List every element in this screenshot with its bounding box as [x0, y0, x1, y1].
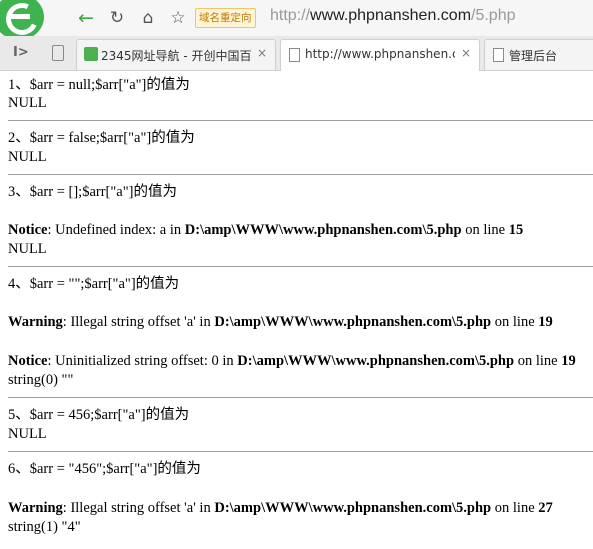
- question-line: 1、$arr = null;$arr["a"]的值为: [8, 77, 190, 93]
- question-line: 5、$arr = 456;$arr["a"]的值为: [8, 407, 190, 423]
- sidebar-toggle-icon[interactable]: I>: [13, 45, 29, 60]
- phone-icon[interactable]: [52, 45, 64, 61]
- output-line: NULL: [8, 95, 47, 111]
- notice-text: : Undefined index: a in: [47, 222, 185, 238]
- divider: [8, 451, 593, 452]
- home-icon[interactable]: ⌂: [136, 6, 160, 30]
- output-line: string(1) "4": [8, 519, 81, 535]
- on-line-text: on line: [491, 314, 539, 330]
- file-path: D:\amp\WWW\www.phpnanshen.com\5.php: [214, 500, 492, 516]
- browser-logo-icon[interactable]: [0, 0, 44, 40]
- notice-label: Notice: [8, 353, 48, 369]
- question-line: 4、$arr = "";$arr["a"]的值为: [8, 276, 180, 292]
- address-path: /5.php: [471, 7, 516, 24]
- tab-close-icon[interactable]: ×: [461, 46, 471, 60]
- tab-phpnanshen[interactable]: http://www.phpnanshen.cc ×: [280, 39, 480, 71]
- tab-bar: I> 2345网址导航 - 开创中国百 × http://www.phpnans…: [0, 36, 593, 71]
- tab-2345[interactable]: 2345网址导航 - 开创中国百 ×: [76, 39, 276, 70]
- address-bar[interactable]: http://www.phpnanshen.com/5.php: [270, 7, 516, 25]
- question-line: 6、$arr = "456";$arr["a"]的值为: [8, 461, 201, 477]
- tab-title: 管理后台: [509, 49, 558, 63]
- on-line-text: on line: [461, 222, 509, 238]
- php-warning: Warning: Illegal string offset 'a' in D:…: [8, 313, 553, 331]
- line-number: 27: [538, 500, 553, 516]
- line-number: 15: [508, 222, 524, 238]
- file-path: D:\amp\WWW\www.phpnanshen.com\5.php: [237, 353, 515, 369]
- tab-admin[interactable]: 管理后台: [484, 39, 593, 70]
- page-icon: [493, 48, 504, 62]
- warning-text: : Illegal string offset 'a' in: [62, 500, 215, 516]
- on-line-text: on line: [514, 353, 562, 369]
- output-line: NULL: [8, 149, 47, 165]
- notice-label: Notice: [8, 222, 48, 238]
- line-number: 19: [561, 353, 576, 369]
- on-line-text: on line: [491, 500, 539, 516]
- redirect-badge[interactable]: 域名重定向: [195, 8, 256, 28]
- file-path: D:\amp\WWW\www.phpnanshen.com\5.php: [184, 222, 462, 238]
- site-2345-icon: [84, 47, 98, 61]
- warning-text: : Illegal string offset 'a' in: [62, 314, 215, 330]
- php-notice: Notice: Undefined index: a in D:\amp\WWW…: [8, 221, 523, 239]
- tab-close-icon[interactable]: ×: [257, 46, 267, 60]
- divider: [8, 266, 593, 267]
- tab-title: 2345网址导航 - 开创中国百: [101, 49, 251, 63]
- reload-icon[interactable]: ↻: [105, 6, 129, 30]
- divider: [8, 174, 593, 175]
- question-line: 2、$arr = false;$arr["a"]的值为: [8, 130, 195, 146]
- browser-toolbar: ← ↻ ⌂ ☆ 域名重定向 http://www.phpnanshen.com/…: [0, 0, 593, 40]
- divider: [8, 397, 593, 398]
- back-arrow-icon[interactable]: ←: [74, 6, 98, 30]
- page-icon: [289, 48, 300, 62]
- line-number: 19: [538, 314, 553, 330]
- address-host: www.phpnanshen.com: [310, 7, 472, 24]
- warning-label: Warning: [8, 314, 63, 330]
- output-line: NULL: [8, 241, 47, 257]
- tab-title: http://www.phpnanshen.cc: [305, 47, 455, 61]
- output-line: string(0) "": [8, 372, 74, 388]
- question-line: 3、$arr = [];$arr["a"]的值为: [8, 184, 177, 200]
- notice-text: : Uninitialized string offset: 0 in: [47, 353, 238, 369]
- file-path: D:\amp\WWW\www.phpnanshen.com\5.php: [214, 314, 492, 330]
- output-line: NULL: [8, 426, 47, 442]
- php-notice: Notice: Uninitialized string offset: 0 i…: [8, 352, 576, 370]
- divider: [8, 120, 593, 121]
- address-prefix: http://: [270, 7, 311, 24]
- warning-label: Warning: [8, 500, 63, 516]
- star-icon[interactable]: ☆: [166, 6, 190, 30]
- php-warning: Warning: Illegal string offset 'a' in D:…: [8, 499, 553, 517]
